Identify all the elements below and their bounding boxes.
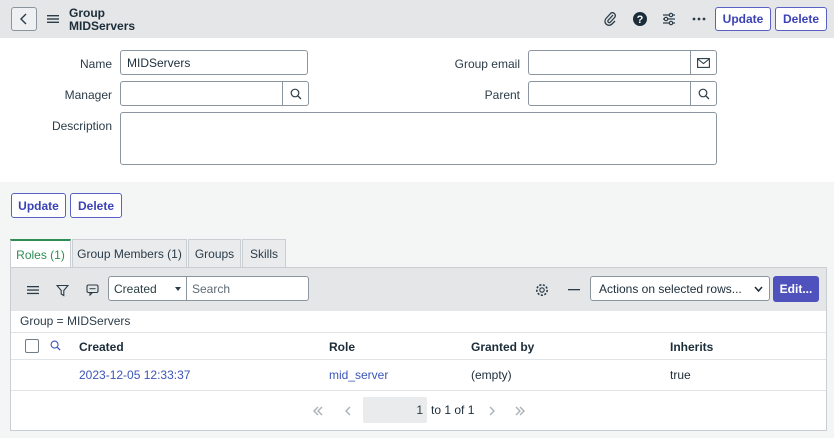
description-label: Description [51,119,112,133]
select-all-checkbox[interactable] [25,339,39,353]
column-header-role[interactable]: Role [329,340,355,354]
list-toolbar: Created Search Actions on selected rows.… [11,268,826,311]
last-page-icon[interactable] [514,406,526,416]
column-header-created[interactable]: Created [79,340,124,354]
search-field-select[interactable]: Created [108,276,187,301]
manager-field[interactable] [120,81,283,106]
first-page-icon[interactable] [312,406,324,416]
gear-icon[interactable] [534,282,550,298]
filter-icon[interactable] [54,282,70,298]
page-title: Group MIDServers [69,7,135,33]
header-delete-button[interactable]: Delete [775,7,827,31]
granted-by-cell: (empty) [471,368,512,382]
hamburger-menu-icon[interactable] [46,12,60,26]
chevron-down-icon [754,286,763,292]
send-email-button[interactable] [691,50,717,75]
description-field[interactable] [120,112,717,165]
pagination: 1 to 1 of 1 [11,392,826,430]
comment-icon[interactable] [84,282,100,298]
roles-related-list: Created Search Actions on selected rows.… [10,267,827,431]
column-search-icon[interactable] [50,340,61,354]
table-header: Created Role Granted by Inherits [11,332,826,360]
settings-sliders-icon[interactable] [661,11,677,27]
role-link[interactable]: mid_server [329,368,388,382]
search-icon [698,88,709,99]
form-header: Group MIDServers ? Update Delete [0,0,834,38]
table-row: 2023-12-05 12:33:37 mid_server (empty) t… [11,360,826,391]
svg-text:?: ? [637,14,644,26]
manager-label: Manager [64,88,112,102]
actions-select[interactable]: Actions on selected rows... [590,276,770,301]
collapse-icon[interactable] [566,282,582,298]
search-icon [290,88,301,99]
envelope-icon [697,57,710,68]
list-breadcrumb[interactable]: Group = MIDServers [20,314,130,328]
column-header-inherits[interactable]: Inherits [670,340,713,354]
caret-down-icon [175,287,181,291]
created-link[interactable]: 2023-12-05 12:33:37 [79,368,190,382]
parent-lookup-button[interactable] [691,81,717,106]
form-delete-button[interactable]: Delete [70,193,122,218]
form-update-button[interactable]: Update [11,193,66,218]
chevron-left-icon [20,13,27,25]
inherits-cell: true [670,368,691,382]
name-field[interactable]: MIDServers [120,50,308,75]
back-button[interactable] [11,7,37,31]
tab-roles[interactable]: Roles (1) [10,239,71,269]
edit-button[interactable]: Edit... [773,276,819,302]
page-number-input[interactable]: 1 [363,397,427,423]
header-update-button[interactable]: Update [715,7,771,31]
parent-label: Parent [484,88,520,102]
parent-field[interactable] [528,81,691,106]
list-search-input[interactable]: Search [187,276,309,301]
name-label: Name [79,57,112,71]
previous-page-icon[interactable] [342,406,354,416]
tab-groups[interactable]: Groups [188,239,241,268]
search-field-select-value: Created [114,281,157,296]
group-email-label: Group email [454,57,520,71]
list-menu-icon[interactable] [25,282,41,298]
page-title-record: MIDServers [69,19,136,33]
manager-lookup-button[interactable] [283,81,309,106]
group-email-field[interactable] [528,50,691,75]
next-page-icon[interactable] [486,406,498,416]
group-form: Name MIDServers Manager Description Grou… [0,38,834,182]
more-options-icon[interactable] [691,11,707,27]
tab-group-members[interactable]: Group Members (1) [72,239,187,268]
tab-skills[interactable]: Skills [242,239,286,268]
column-header-granted-by[interactable]: Granted by [471,340,534,354]
help-icon[interactable]: ? [632,11,648,27]
paperclip-icon[interactable] [602,11,618,27]
actions-select-value: Actions on selected rows... [599,281,742,296]
page-range-text: to 1 of 1 [431,403,475,417]
